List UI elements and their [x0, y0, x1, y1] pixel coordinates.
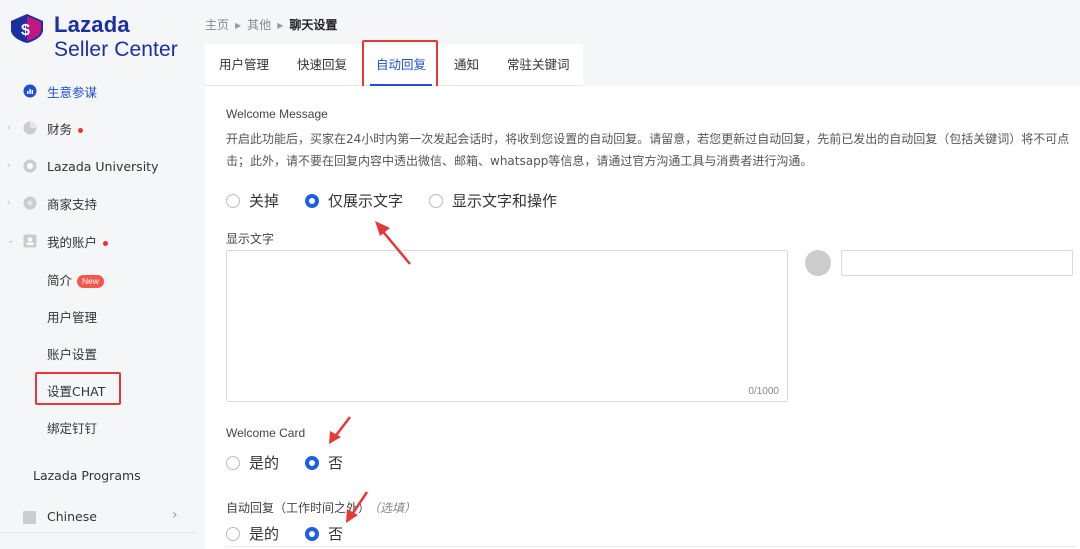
welcome-card-options: 是的 否 — [226, 452, 369, 473]
brand[interactable]: $ Lazada Seller Center — [8, 10, 193, 70]
radio-off[interactable]: 关掉 — [226, 190, 279, 211]
tab-user-management[interactable]: 用户管理 — [219, 44, 269, 86]
account-icon — [23, 234, 37, 248]
breadcrumb-home[interactable]: 主页 — [205, 18, 229, 32]
breadcrumb-current: 聊天设置 — [289, 18, 338, 32]
svg-text:$: $ — [21, 22, 30, 39]
sidebar-item-label: 我的账户 — [47, 234, 98, 250]
welcome-message-description: 开启此功能后，买家在24小时内第一次发起会话时，将收到您设置的自动回复。请留意，… — [226, 132, 1070, 168]
tab-bar: 用户管理 快速回复 自动回复 通知 常驻关键词 — [205, 44, 583, 86]
sidebar-item-seller-support[interactable]: › 商家支持 — [0, 187, 196, 219]
radio-label: 是的 — [249, 525, 280, 543]
breadcrumb-separator-icon: ▶ — [235, 21, 242, 30]
chevron-right-icon: › — [7, 161, 11, 171]
divider — [226, 546, 1076, 547]
finance-icon — [23, 121, 37, 135]
radio-welcome-card-no[interactable]: 否 — [305, 452, 343, 473]
sidebar-item-label: 生意参谋 — [47, 84, 98, 100]
language-icon — [23, 511, 36, 524]
sidebar-item-business-advisor[interactable]: 生意参谋 — [0, 75, 196, 107]
sidebar-subitem-chat-settings[interactable]: 设置CHAT — [0, 374, 196, 406]
radio-label: 否 — [328, 525, 344, 543]
divider — [0, 532, 196, 533]
radio-circle — [305, 455, 320, 470]
auto-reply-off-hours-title: 自动回复（工作时间之外） （选填） — [226, 499, 416, 516]
sidebar-subitem-label: 用户管理 — [47, 309, 98, 325]
radio-label: 关掉 — [249, 192, 280, 210]
new-badge: New — [77, 274, 105, 288]
radio-circle — [226, 526, 240, 541]
chevron-right-icon: › — [7, 123, 11, 133]
chevron-down-icon: ⌄ — [7, 236, 15, 246]
sidebar-item-my-account[interactable]: ⌄ 我的账户 — [0, 225, 196, 257]
radio-text-and-actions[interactable]: 显示文字和操作 — [429, 190, 557, 211]
university-icon — [23, 159, 37, 173]
notification-dot — [103, 240, 109, 246]
welcome-message-options: 关掉 仅展示文字 显示文字和操作 — [226, 190, 583, 211]
chevron-right-icon: › — [7, 198, 11, 208]
radio-circle — [305, 526, 320, 541]
radio-text-only[interactable]: 仅展示文字 — [305, 190, 403, 211]
sidebar-item-label: 商家支持 — [47, 196, 98, 212]
chevron-right-icon: › — [172, 507, 178, 523]
sidebar-subitem-label: 绑定钉钉 — [47, 420, 98, 436]
sidebar-subitem-profile[interactable]: 简介 New — [0, 263, 196, 295]
brand-name: Lazada — [54, 12, 130, 37]
sidebar-item-label: Lazada University — [47, 158, 159, 174]
auto-reply-off-hours-label: 自动回复（工作时间之外） — [226, 501, 371, 515]
radio-label: 显示文字和操作 — [452, 192, 558, 210]
preview-message-field — [841, 250, 1073, 276]
lazada-logo-icon: $ — [11, 14, 43, 43]
radio-label: 是的 — [249, 454, 280, 472]
welcome-message-title: Welcome Message — [226, 107, 328, 121]
sidebar-subitem-account-settings[interactable]: 账户设置 — [0, 337, 196, 369]
language-selector[interactable]: Chinese › — [0, 502, 196, 532]
avatar — [805, 250, 831, 276]
radio-auto-reply-no[interactable]: 否 — [305, 523, 343, 544]
display-text-textarea[interactable]: 0/1000 — [226, 250, 788, 402]
tab-auto-reply[interactable]: 自动回复 — [369, 44, 433, 86]
notification-dot — [78, 127, 84, 133]
language-label: Chinese — [47, 509, 97, 524]
breadcrumb-separator-icon: ▶ — [277, 21, 284, 30]
radio-label: 否 — [328, 454, 344, 472]
sidebar-item-lazada-university[interactable]: › Lazada University — [0, 150, 196, 182]
radio-circle — [226, 455, 240, 470]
radio-welcome-card-yes[interactable]: 是的 — [226, 452, 279, 473]
radio-label: 仅展示文字 — [328, 192, 404, 210]
support-icon — [23, 196, 37, 210]
sidebar-subitem-label: 账户设置 — [47, 346, 98, 362]
radio-circle — [226, 193, 240, 208]
sidebar: $ Lazada Seller Center 生意参谋 › 财务 › Lazad… — [0, 0, 196, 549]
brand-subtitle: Seller Center — [54, 38, 178, 61]
sidebar-item-label: 财务 — [47, 121, 73, 137]
radio-auto-reply-yes[interactable]: 是的 — [226, 523, 279, 544]
character-counter: 0/1000 — [748, 386, 779, 397]
tab-quick-reply[interactable]: 快速回复 — [297, 44, 347, 86]
display-text-label: 显示文字 — [226, 232, 275, 246]
sidebar-subitem-label: 简介 — [47, 272, 73, 288]
sidebar-item-finance[interactable]: › 财务 — [0, 112, 196, 144]
welcome-card-title: Welcome Card — [226, 426, 306, 440]
sidebar-subitem-label: 设置CHAT — [47, 383, 106, 399]
breadcrumb-other[interactable]: 其他 — [247, 18, 271, 32]
sidebar-item-lazada-programs[interactable]: Lazada Programs — [33, 468, 141, 483]
tab-pinned-keywords[interactable]: 常驻关键词 — [507, 44, 570, 86]
sidebar-subitem-user-management[interactable]: 用户管理 — [0, 300, 196, 332]
tab-notifications[interactable]: 通知 — [454, 44, 479, 86]
auto-reply-panel: Welcome Message 开启此功能后，买家在24小时内第一次发起会话时，… — [205, 86, 1080, 549]
analytics-icon — [23, 84, 37, 98]
radio-circle — [305, 193, 320, 208]
sidebar-subitem-bind-dingtalk[interactable]: 绑定钉钉 — [0, 411, 196, 443]
optional-tag: （选填） — [374, 501, 417, 515]
radio-circle — [429, 193, 444, 208]
auto-reply-off-hours-options: 是的 否 — [226, 523, 369, 544]
breadcrumb: 主页 ▶ 其他 ▶ 聊天设置 — [205, 16, 337, 33]
